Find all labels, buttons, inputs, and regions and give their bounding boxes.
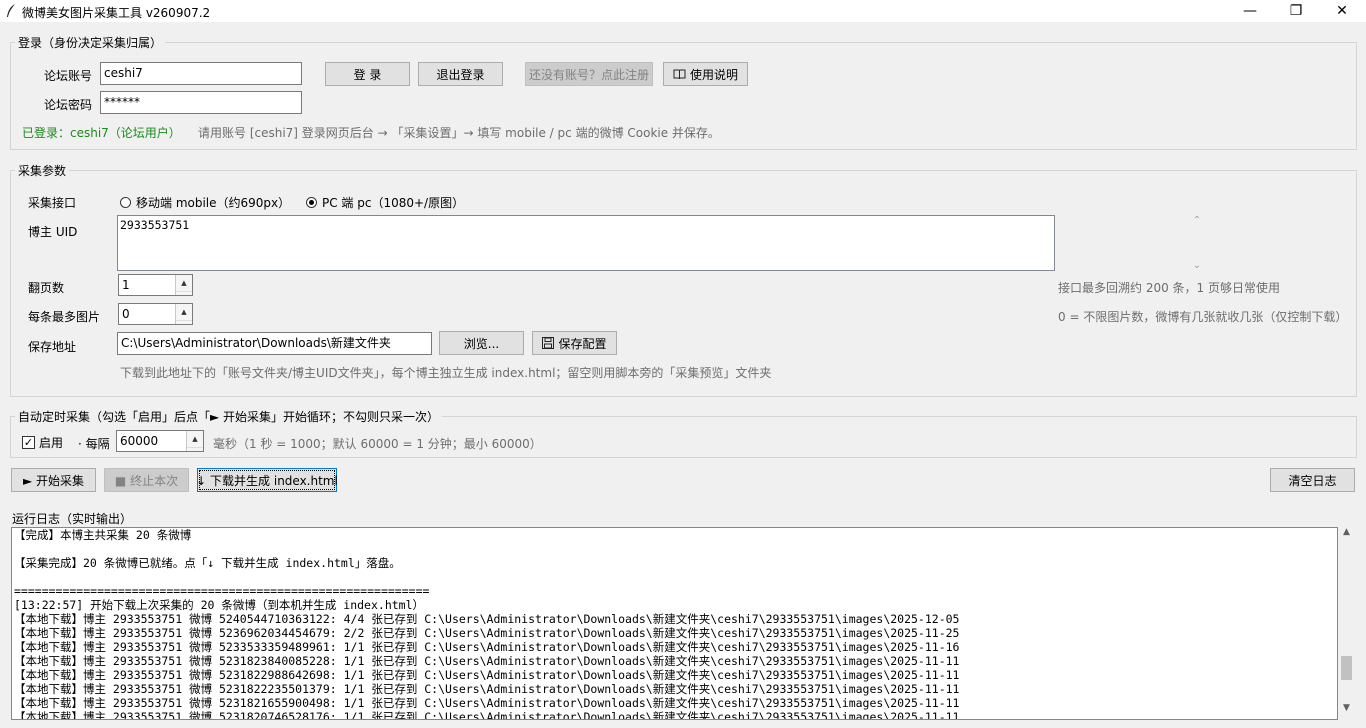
scroll-down-icon[interactable]: ▼: [1338, 703, 1355, 720]
interval-spin-buttons[interactable]: ▲ ▼: [186, 431, 203, 451]
radio-pc-label: PC 端 pc（1080+/原图）: [322, 196, 465, 210]
log-line: ========================================…: [14, 584, 430, 598]
radio-mobile[interactable]: 移动端 mobile（约690px）: [120, 194, 290, 211]
save-config-label: 保存配置: [558, 336, 607, 351]
params-group-label: 采集参数: [15, 162, 70, 179]
pages-hint: 接口最多回溯约 200 条，1 页够日常使用: [1058, 281, 1280, 295]
max-images-value[interactable]: 0: [119, 304, 175, 324]
feather-icon: [7, 4, 15, 17]
uid-scrollbar[interactable]: ⌃ ⌄: [1189, 215, 1205, 271]
spin-up-icon[interactable]: ▲: [176, 275, 192, 292]
scroll-down-icon[interactable]: ⌄: [1193, 260, 1201, 271]
pages-spin-buttons[interactable]: ▲ ▼: [175, 275, 192, 295]
radio-mobile-indicator[interactable]: [120, 197, 131, 208]
check-icon[interactable]: ✓: [22, 436, 35, 449]
radio-mobile-label: 移动端 mobile（约690px）: [136, 196, 291, 210]
login-status: 已登录：ceshi7（论坛用户）: [22, 126, 181, 140]
log-scroll-thumb[interactable]: [1341, 656, 1352, 680]
enable-label: 启用: [39, 436, 64, 450]
log-line: 【采集完成】20 条微博已就绪。点「↓ 下载并生成 index.html」落盘。: [14, 556, 401, 570]
log-line: 【本地下载】博主 2933553751 微博 5236962034454679:…: [14, 626, 960, 640]
download-button[interactable]: ↓ 下载并生成 index.html: [196, 468, 338, 492]
max-images-spinbox[interactable]: 0 ▲ ▼: [118, 303, 193, 325]
pages-spinbox[interactable]: 1 ▲ ▼: [118, 274, 193, 296]
minimize-button[interactable]: —: [1227, 0, 1273, 22]
max-images-label: 每条最多图片: [28, 310, 101, 324]
stop-button[interactable]: ■ 终止本次: [104, 468, 189, 492]
save-path-label: 保存地址: [28, 340, 77, 354]
log-label: 运行日志（实时输出）: [12, 512, 133, 526]
log-scrollbar[interactable]: ▲ ▼: [1338, 527, 1355, 720]
spin-up-icon[interactable]: ▲: [187, 431, 203, 448]
log-line: 【本地下载】博主 2933553751 微博 5231820746528176:…: [14, 710, 960, 720]
window-title: 微博美女图片采集工具 v260907.2: [22, 6, 211, 20]
manual-button[interactable]: 使用说明: [663, 62, 748, 86]
logout-button[interactable]: 退出登录: [418, 62, 503, 86]
manual-button-label: 使用说明: [689, 67, 738, 82]
interval-spinbox[interactable]: 60000 ▲ ▼: [116, 430, 204, 452]
schedule-group-label: 自动定时采集（勾选「启用」后点「► 开始采集」开始循环；不勾则只采一次）: [15, 408, 443, 425]
max-images-spin-buttons[interactable]: ▲ ▼: [175, 304, 192, 324]
enable-checkbox[interactable]: ✓ 启用: [22, 434, 63, 451]
cookie-hint: 请用账号 [ceshi7] 登录网页后台 → 「采集设置」→ 填写 mobile…: [198, 126, 720, 140]
log-line: [13:22:57] 开始下载上次采集的 20 条微博（到本机并生成 index…: [14, 598, 425, 612]
account-label: 论坛账号: [44, 69, 93, 83]
login-group-label: 登录（身份决定采集归属）: [15, 34, 166, 51]
floppy-disk-icon: [542, 337, 555, 349]
browse-button[interactable]: 浏览...: [439, 331, 524, 355]
register-button[interactable]: 还没有账号？点此注册: [525, 62, 653, 86]
log-textarea[interactable]: 【完成】本博主共采集 20 条微博【采集完成】20 条微博已就绪。点「↓ 下载并…: [11, 527, 1338, 720]
password-input[interactable]: ******: [100, 91, 302, 114]
spin-down-icon[interactable]: ▼: [187, 448, 203, 451]
save-path-input[interactable]: C:\Users\Administrator\Downloads\新建文件夹: [117, 332, 432, 355]
uid-textarea[interactable]: 2933553751: [117, 215, 1055, 271]
account-input[interactable]: ceshi7: [100, 62, 302, 85]
radio-pc[interactable]: PC 端 pc（1080+/原图）: [306, 194, 464, 211]
max-images-hint: 0 = 不限图片数，微博有几张就收几张（仅控制下载）: [1058, 310, 1348, 324]
log-line: 【本地下载】博主 2933553751 微博 5231822988642698:…: [14, 668, 960, 682]
interval-value[interactable]: 60000: [117, 431, 186, 451]
save-config-button[interactable]: 保存配置: [532, 331, 617, 355]
close-button[interactable]: ✕: [1319, 0, 1365, 22]
spin-up-icon[interactable]: ▲: [176, 304, 192, 321]
title-bar[interactable]: 微博美女图片采集工具 v260907.2 — ❐ ✕: [0, 0, 1366, 22]
spin-down-icon[interactable]: ▼: [176, 321, 192, 324]
scroll-up-icon[interactable]: ⌃: [1193, 215, 1201, 226]
log-line: 【本地下载】博主 2933553751 微博 5231821655900498:…: [14, 696, 960, 710]
maximize-button[interactable]: ❐: [1273, 0, 1319, 22]
login-button[interactable]: 登 录: [325, 62, 410, 86]
api-label: 采集接口: [28, 196, 77, 210]
spin-down-icon[interactable]: ▼: [176, 292, 192, 295]
pages-value[interactable]: 1: [119, 275, 175, 295]
interval-hint: 毫秒（1 秒 = 1000；默认 60000 = 1 分钟；最小 60000）: [213, 437, 542, 451]
log-line: 【本地下载】博主 2933553751 微博 5231822235501379:…: [14, 682, 960, 696]
interval-label: · 每隔: [78, 437, 110, 451]
clear-log-button[interactable]: 清空日志: [1270, 468, 1355, 492]
log-line: 【完成】本博主共采集 20 条微博: [14, 528, 192, 542]
log-line: 【本地下载】博主 2933553751 微博 5233533359489961:…: [14, 640, 960, 654]
save-path-hint: 下载到此地址下的「账号文件夹/博主UID文件夹」，每个博主独立生成 index.…: [120, 366, 772, 380]
book-icon: [673, 69, 686, 79]
start-button[interactable]: ► 开始采集: [11, 468, 96, 492]
log-line: 【本地下载】博主 2933553751 微博 5231823840085228:…: [14, 654, 960, 668]
radio-pc-indicator[interactable]: [306, 197, 317, 208]
pages-label: 翻页数: [28, 281, 65, 295]
scroll-up-icon[interactable]: ▲: [1338, 527, 1355, 544]
uid-label: 博主 UID: [28, 225, 78, 239]
password-label: 论坛密码: [44, 98, 93, 112]
log-line: 【本地下载】博主 2933553751 微博 5240544710363122:…: [14, 612, 960, 626]
